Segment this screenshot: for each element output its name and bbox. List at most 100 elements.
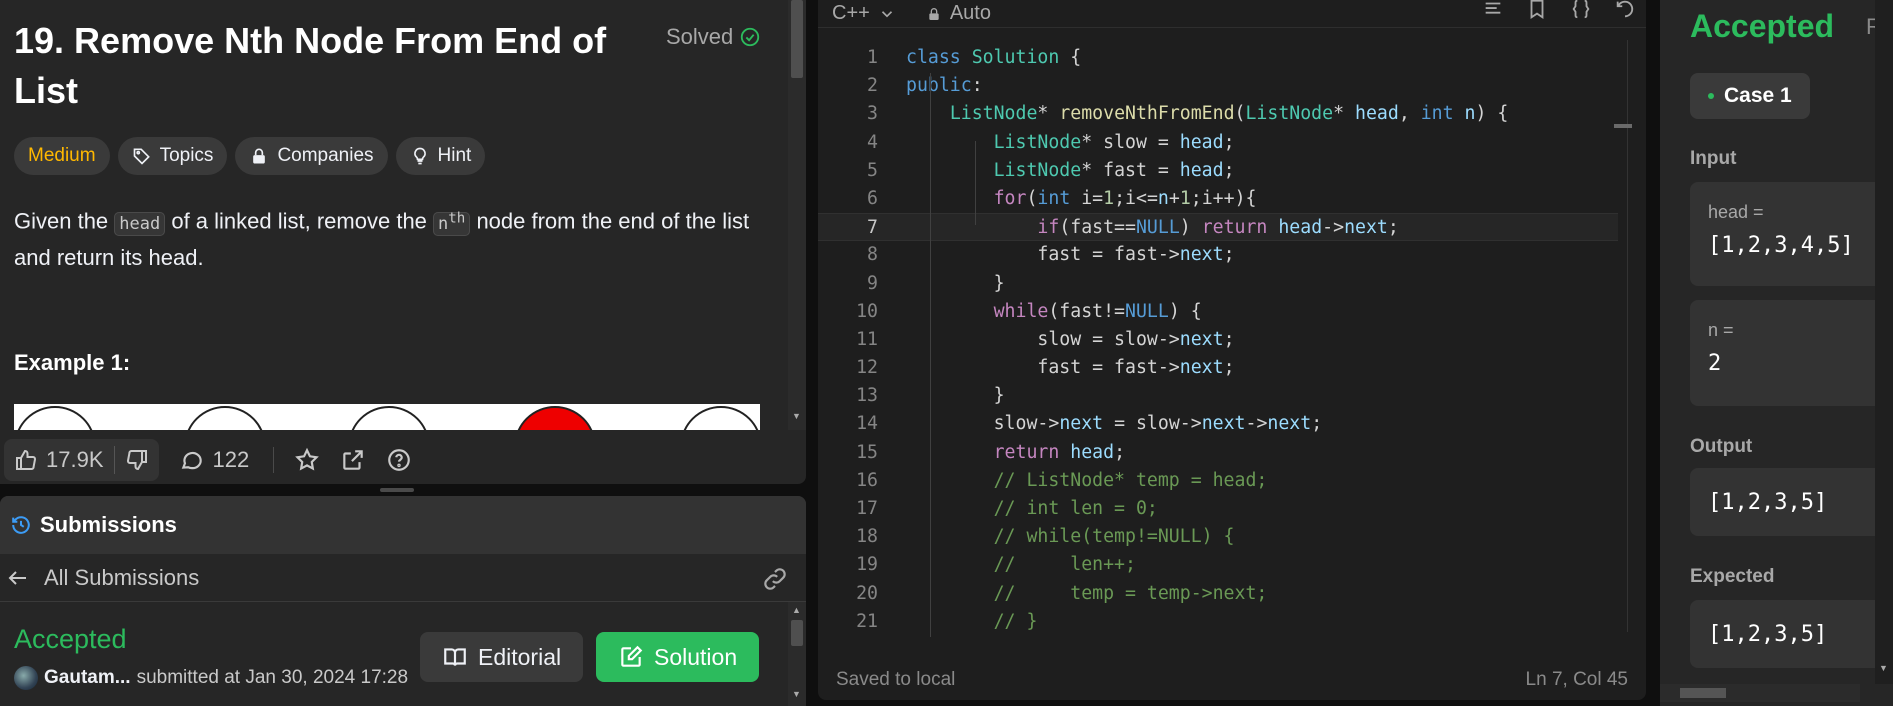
solved-label: Solved [666,24,734,49]
scroll-thumb[interactable] [791,0,803,78]
input-name: n = [1708,320,1734,340]
panel-resize-handle[interactable] [380,488,414,492]
problem-statement: Given the head of a linked list, remove … [14,202,774,274]
code-area[interactable]: 1 class Solution {2 public: 3 ListNode* rem… [818,44,1618,636]
hint-button[interactable]: Hint [395,137,486,175]
editorial-label: Editorial [478,643,562,670]
companies-button[interactable]: Companies [235,137,388,175]
code-text: // len++; [993,554,1136,576]
scroll-down-arrow[interactable]: ▼ [792,412,802,421]
submitted-time: submitted at Jan 30, 2024 17:28 [136,667,409,688]
solved-status: Solved [666,24,761,50]
history-icon [12,516,30,534]
comments-button[interactable]: 122 [179,447,249,473]
result-vertical-scrollbar[interactable]: ▼ [1875,0,1893,684]
scroll-thumb[interactable] [1680,688,1726,698]
case-label: Case 1 [1724,84,1792,107]
result-horizontal-scrollbar[interactable] [1660,684,1860,702]
example-diagram [14,404,760,430]
difficulty-badge[interactable]: Medium [14,137,110,175]
hint-label: Hint [437,145,472,166]
submissions-scrollbar[interactable]: ▲ ▼ [788,602,806,706]
scroll-down-arrow[interactable]: ▼ [1879,664,1889,673]
code-line[interactable]: 20 // temp = temp->next; [818,580,1618,608]
code-text: // ListNode* temp = head; [993,469,1268,491]
star-icon [295,447,320,471]
avatar[interactable] [14,666,38,690]
code-text: } [906,272,1005,294]
companies-label: Companies [277,145,374,166]
line-number: 12 [856,357,878,379]
language-select[interactable]: C++ [832,2,896,25]
output-value: [1,2,3,5] [1708,489,1828,515]
n-superscript: th [448,210,466,226]
cursor-position: Ln 7, Col 45 [1525,669,1628,690]
code-line[interactable]: 17 // int len = 0; [818,495,1618,523]
check-circle-icon [741,27,760,47]
scroll-down-arrow[interactable]: ▼ [792,690,802,699]
line-number: 20 [856,582,878,604]
line-number: 14 [856,413,878,435]
bookmark-icon[interactable] [1526,0,1548,20]
code-line[interactable]: 16 // ListNode* temp = head; [818,467,1618,495]
code-line[interactable]: 4 ListNode* slow = head; [818,129,1618,157]
all-submissions-link[interactable]: All Submissions [0,554,806,602]
code-line[interactable]: 2 public: [818,72,1618,100]
submissions-tab[interactable]: Submissions [0,496,806,554]
editorial-button[interactable]: Editorial [420,632,584,682]
code-line[interactable]: 1 class Solution { [818,44,1618,72]
code-line[interactable]: 13 } [818,382,1618,410]
favorite-button[interactable] [294,447,320,473]
line-number: 19 [856,554,878,576]
code-line[interactable]: 5 ListNode* fast = head; [818,157,1618,185]
code-line[interactable]: 14 slow->next = slow->next->next; [818,410,1618,438]
code-line[interactable]: 9 } [818,270,1618,298]
solution-button[interactable]: Solution [596,632,760,682]
code-line[interactable]: 18 // while(temp!=NULL) { [818,523,1618,551]
code-line[interactable]: 10 while(fast!=NULL) { [818,298,1618,326]
code-text: if(fast==NULL) return head->next; [1037,217,1399,239]
help-button[interactable] [386,447,412,473]
reset-icon[interactable] [1614,0,1636,20]
lock-icon [929,7,939,20]
code-text: ListNode* fast = head; [993,159,1235,181]
code-text: // } [993,610,1038,632]
topics-button[interactable]: Topics [117,137,228,175]
code-line[interactable]: 11 slow = slow->next; [818,326,1618,354]
submission-meta: Gautam... submitted at Jan 30, 2024 17:2… [14,666,408,690]
copy-link-icon[interactable] [762,566,788,592]
line-number: 10 [856,300,878,322]
code-line[interactable]: 7 if(fast==NULL) return head->next; [818,213,1618,242]
example-title: Example 1: [14,350,131,375]
code-text: // while(temp!=NULL) { [993,526,1235,548]
code-line[interactable]: 15 return head; [818,439,1618,467]
scroll-thumb[interactable] [791,620,803,646]
list-node-diagram [348,406,430,430]
topics-label: Topics [159,145,214,166]
username[interactable]: Gautam... [44,667,131,689]
code-line[interactable]: 21 // } [818,608,1618,636]
code-line[interactable]: 8 fast = fast->next; [818,241,1618,269]
inline-code-nth: nth [433,210,471,236]
code-line[interactable]: 3 ListNode* removeNthFromEnd(ListNode* h… [818,100,1618,128]
code-line[interactable]: 12 fast = fast->next; [818,354,1618,382]
format-lines-icon[interactable] [1482,0,1504,20]
input-label: Input [1690,148,1737,169]
braces-icon[interactable] [1570,0,1592,20]
like-button[interactable]: 17.9K [4,439,114,481]
description-scrollbar[interactable]: ▼ [788,0,806,430]
code-line[interactable]: 6 for(int i=1;i<=n+1;i++){ [818,185,1618,213]
mode-label: Auto [949,2,991,24]
case-1-tab[interactable]: Case 1 [1690,73,1810,119]
code-text: return head; [993,441,1126,463]
dislike-button[interactable] [115,439,159,481]
auto-mode-toggle[interactable]: Auto [926,2,991,25]
test-result-panel: Accepted R Case 1 Input head = [1,2,3,4,… [1660,0,1893,706]
comment-icon [181,451,202,470]
share-button[interactable] [340,447,366,473]
editor-scroll-thumb[interactable] [1614,124,1632,128]
code-line[interactable]: 19 // len++; [818,551,1618,579]
input-head-box: head = [1,2,3,4,5] [1690,182,1893,286]
scroll-up-arrow[interactable]: ▲ [792,606,802,615]
editor-vertical-scrollbar[interactable] [1627,40,1628,632]
